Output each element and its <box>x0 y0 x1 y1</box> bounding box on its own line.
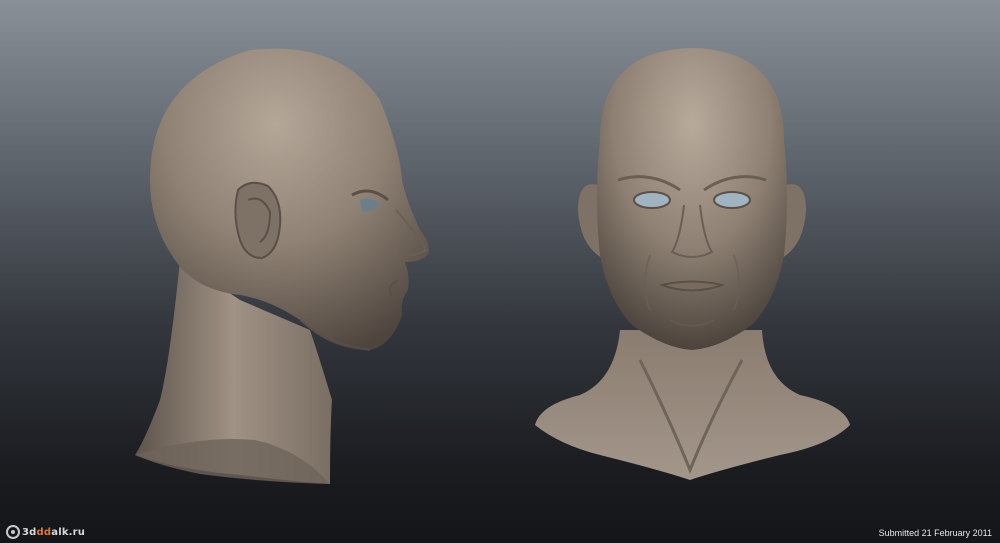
logo-icon <box>6 525 20 539</box>
render-viewport: 3dddalk.ru Submitted 21 February 2011 <box>0 0 1000 543</box>
side-profile-head <box>135 48 429 484</box>
watermark-text: 3dddalk.ru <box>22 526 86 538</box>
front-view-head <box>535 48 850 480</box>
submission-caption: Submitted 21 February 2011 <box>878 528 992 538</box>
site-watermark: 3dddalk.ru <box>6 525 85 539</box>
sculpt-render <box>135 48 850 484</box>
